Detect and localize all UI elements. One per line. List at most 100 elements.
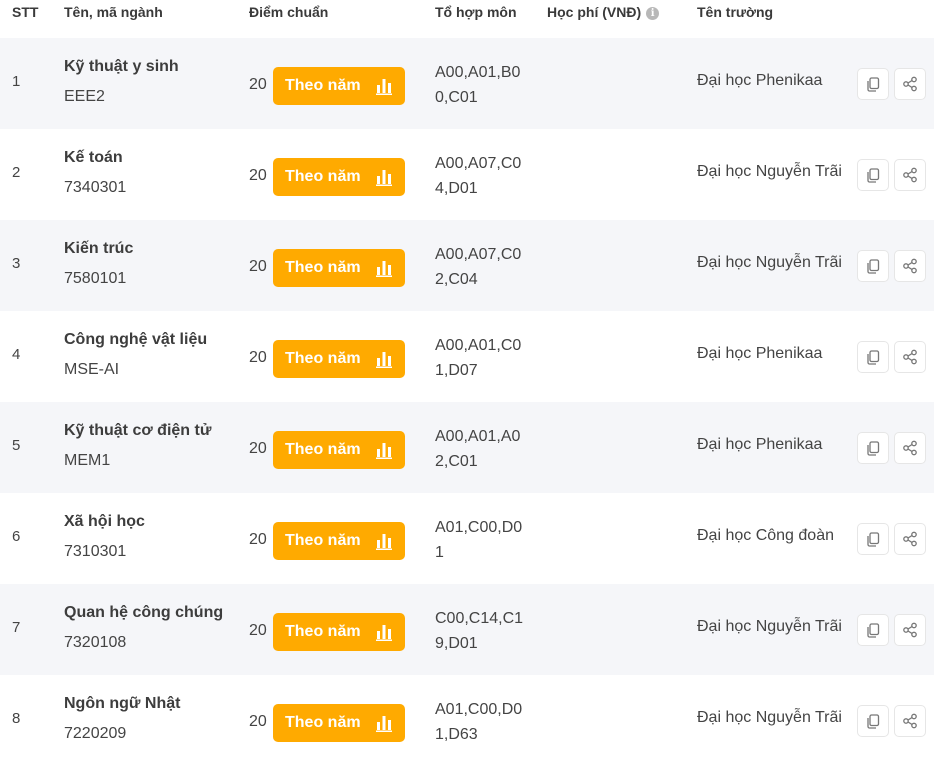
row-stt: 2 (12, 164, 21, 181)
copy-button[interactable] (857, 705, 889, 737)
share-icon (903, 167, 917, 183)
share-icon (903, 349, 917, 365)
share-button[interactable] (894, 250, 926, 282)
major-code: EEE2 (64, 88, 105, 105)
subject-combo: A00,A07,C02,C04 (435, 246, 522, 288)
by-year-button-label: Theo năm (285, 168, 361, 185)
by-year-button[interactable]: Theo năm (273, 431, 405, 469)
copy-button[interactable] (857, 250, 889, 282)
subject-combo: A00,A01,A02,C01 (435, 428, 521, 470)
by-year-button[interactable]: Theo năm (273, 522, 405, 560)
copy-icon (867, 76, 880, 92)
bar-chart-icon (376, 261, 392, 277)
school-name: Đại học Nguyễn Trãi (697, 709, 842, 726)
major-code: 7220209 (64, 725, 127, 742)
by-year-button-label: Theo năm (285, 441, 361, 458)
bar-chart-icon (376, 625, 392, 641)
header-name-code: Tên, mã ngành (64, 4, 163, 20)
header-fee-label: Học phí (VNĐ) (547, 4, 642, 20)
table-row: 3 Kiến trúc 7580101 20 Theo năm A00,A07,… (0, 220, 934, 311)
by-year-button[interactable]: Theo năm (273, 704, 405, 742)
cutoff-score: 20 (249, 713, 267, 730)
major-code: MEM1 (64, 452, 111, 469)
copy-button[interactable] (857, 432, 889, 464)
copy-icon (867, 622, 880, 638)
by-year-button-label: Theo năm (285, 259, 361, 276)
copy-button[interactable] (857, 614, 889, 646)
by-year-button-label: Theo năm (285, 623, 361, 640)
school-name: Đại học Nguyễn Trãi (697, 618, 842, 635)
copy-button[interactable] (857, 523, 889, 555)
major-code: 7320108 (64, 634, 127, 651)
major-name: Kỹ thuật cơ điện tử (64, 422, 212, 439)
share-icon (903, 713, 917, 729)
school-name: Đại học Công đoàn (697, 527, 834, 544)
subject-combo: A01,C00,D01,D63 (435, 701, 523, 743)
share-icon (903, 531, 917, 547)
major-code: 7340301 (64, 179, 127, 196)
share-icon (903, 440, 917, 456)
table-body: 1 Kỹ thuật y sinh EEE2 20 Theo năm A00,A… (0, 38, 934, 766)
table-row: 6 Xã hội học 7310301 20 Theo năm A01,C00… (0, 493, 934, 584)
by-year-button[interactable]: Theo năm (273, 158, 405, 196)
row-stt: 5 (12, 437, 21, 454)
major-code: 7580101 (64, 270, 127, 287)
share-button[interactable] (894, 523, 926, 555)
school-name: Đại học Phenikaa (697, 345, 823, 362)
school-name: Đại học Phenikaa (697, 436, 823, 453)
bar-chart-icon (376, 79, 392, 95)
row-stt: 3 (12, 255, 21, 272)
cutoff-score: 20 (249, 167, 267, 184)
by-year-button[interactable]: Theo năm (273, 67, 405, 105)
by-year-button[interactable]: Theo năm (273, 613, 405, 651)
copy-icon (867, 167, 880, 183)
by-year-button-label: Theo năm (285, 77, 361, 94)
row-stt: 8 (12, 710, 21, 727)
share-icon (903, 258, 917, 274)
table-row: 5 Kỹ thuật cơ điện tử MEM1 20 Theo năm A… (0, 402, 934, 493)
by-year-button-label: Theo năm (285, 714, 361, 731)
school-name: Đại học Nguyễn Trãi (697, 163, 842, 180)
by-year-button-label: Theo năm (285, 350, 361, 367)
bar-chart-icon (376, 534, 392, 550)
major-name: Kỹ thuật y sinh (64, 58, 179, 75)
info-icon[interactable]: i (646, 7, 660, 20)
major-name: Kiến trúc (64, 240, 134, 257)
share-button[interactable] (894, 341, 926, 373)
bar-chart-icon (376, 443, 392, 459)
share-icon (903, 622, 917, 638)
cutoff-score: 20 (249, 258, 267, 275)
header-school: Tên trường (697, 4, 774, 20)
table-row: 8 Ngôn ngữ Nhật 7220209 20 Theo năm A01,… (0, 675, 934, 766)
copy-icon (867, 258, 880, 274)
copy-button[interactable] (857, 68, 889, 100)
by-year-button[interactable]: Theo năm (273, 340, 405, 378)
share-icon (903, 76, 917, 92)
table-header: STT Tên, mã ngành Điểm chuẩn Tổ hợp môn … (0, 0, 934, 38)
row-stt: 1 (12, 73, 21, 90)
copy-button[interactable] (857, 341, 889, 373)
by-year-button-label: Theo năm (285, 532, 361, 549)
share-button[interactable] (894, 705, 926, 737)
by-year-button[interactable]: Theo năm (273, 249, 405, 287)
cutoff-score: 20 (249, 531, 267, 548)
cutoff-score: 20 (249, 349, 267, 366)
subject-combo: A00,A01,B00,C01 (435, 64, 521, 106)
table-row: 1 Kỹ thuật y sinh EEE2 20 Theo năm A00,A… (0, 38, 934, 129)
header-fee: Học phí (VNĐ) i (547, 4, 660, 20)
cutoff-score: 20 (249, 622, 267, 639)
school-name: Đại học Nguyễn Trãi (697, 254, 842, 271)
bar-chart-icon (376, 352, 392, 368)
subject-combo: A00,A07,C04,D01 (435, 155, 522, 197)
share-button[interactable] (894, 68, 926, 100)
share-button[interactable] (894, 614, 926, 646)
copy-icon (867, 349, 880, 365)
major-code: 7310301 (64, 543, 127, 560)
copy-icon (867, 713, 880, 729)
copy-button[interactable] (857, 159, 889, 191)
share-button[interactable] (894, 432, 926, 464)
major-name: Kế toán (64, 149, 123, 166)
share-button[interactable] (894, 159, 926, 191)
major-name: Công nghệ vật liệu (64, 331, 208, 348)
major-name: Xã hội học (64, 513, 145, 530)
